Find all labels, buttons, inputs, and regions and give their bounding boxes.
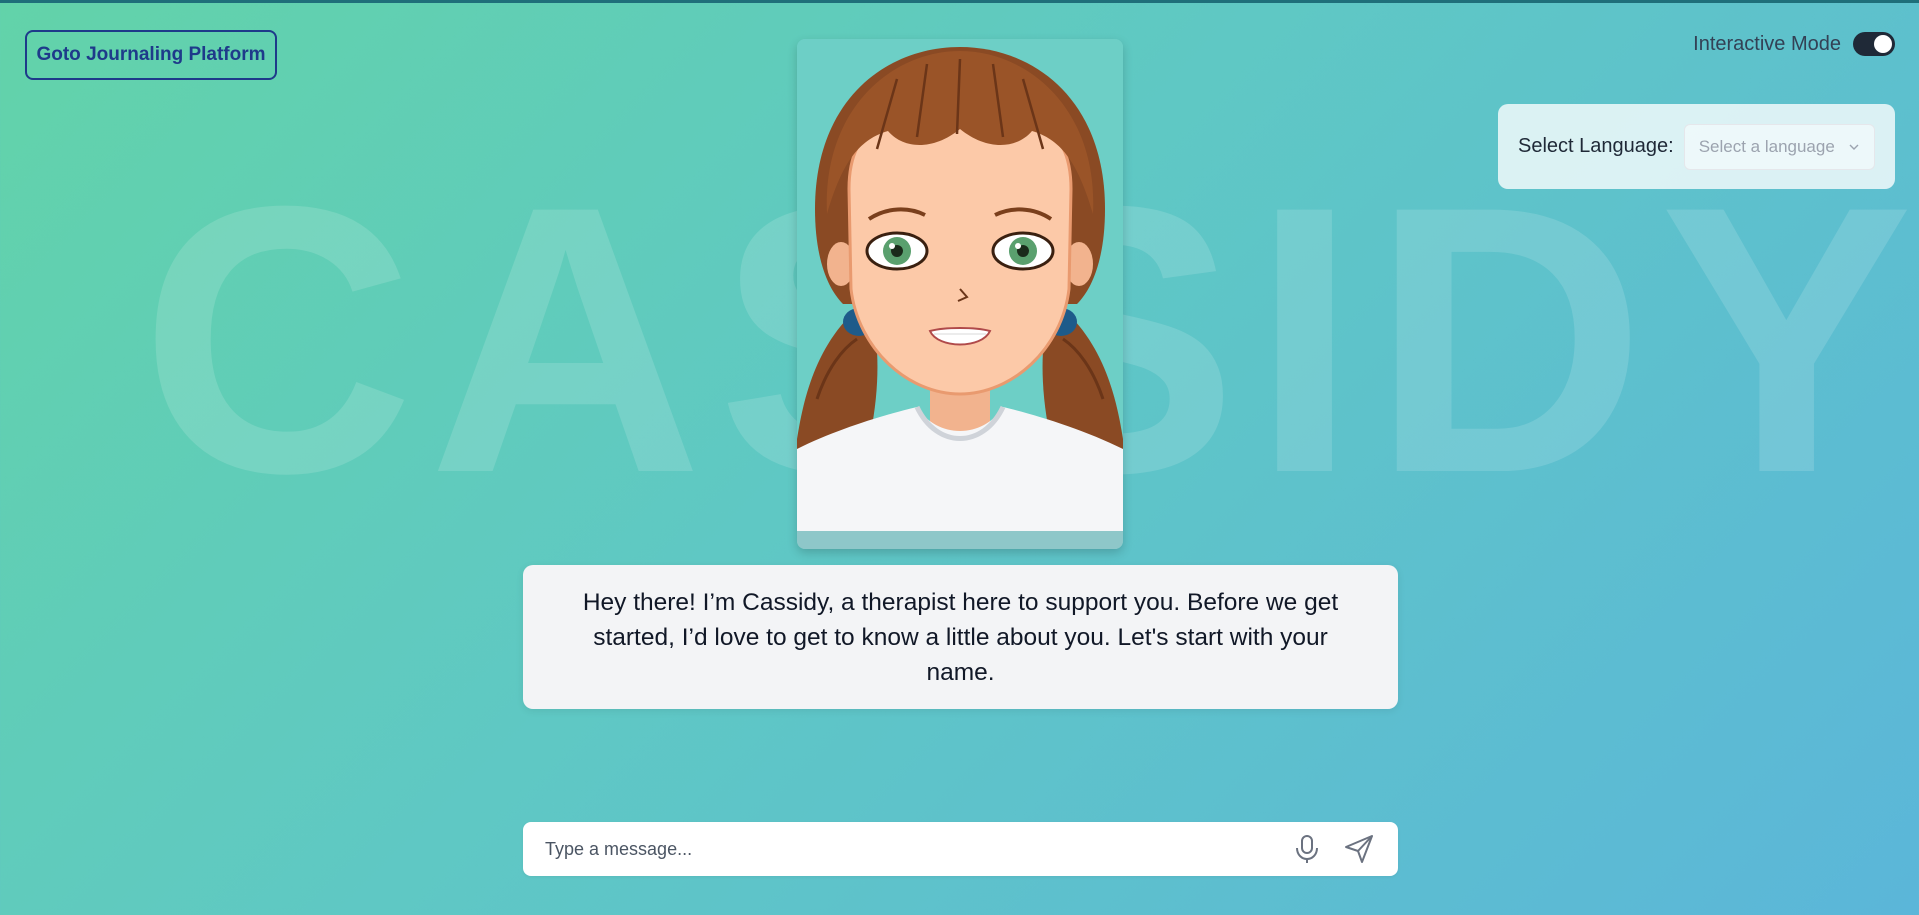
goto-journaling-button[interactable]: Goto Journaling Platform — [25, 30, 277, 80]
send-button[interactable] — [1342, 832, 1376, 866]
interactive-mode-control: Interactive Mode — [1693, 32, 1895, 56]
language-panel: Select Language: Select a language — [1498, 104, 1895, 189]
language-select[interactable]: Select a language — [1683, 123, 1875, 170]
therapist-avatar — [797, 39, 1123, 549]
send-icon — [1345, 835, 1373, 863]
language-select-value: Select a language — [1698, 136, 1835, 156]
message-composer — [523, 822, 1398, 876]
language-label: Select Language: — [1518, 135, 1674, 157]
interactive-mode-label: Interactive Mode — [1693, 32, 1841, 55]
microphone-icon — [1296, 835, 1318, 863]
toggle-knob — [1874, 35, 1892, 53]
message-input[interactable] — [543, 837, 1272, 861]
assistant-message-text: Hey there! I’m Cassidy, a therapist here… — [582, 588, 1339, 686]
top-accent-line — [0, 0, 1919, 3]
microphone-button[interactable] — [1290, 832, 1324, 866]
assistant-message: Hey there! I’m Cassidy, a therapist here… — [523, 565, 1398, 709]
chevron-down-icon — [1849, 144, 1859, 150]
avatar-illustration — [797, 39, 1123, 549]
interactive-mode-toggle[interactable] — [1853, 32, 1895, 56]
